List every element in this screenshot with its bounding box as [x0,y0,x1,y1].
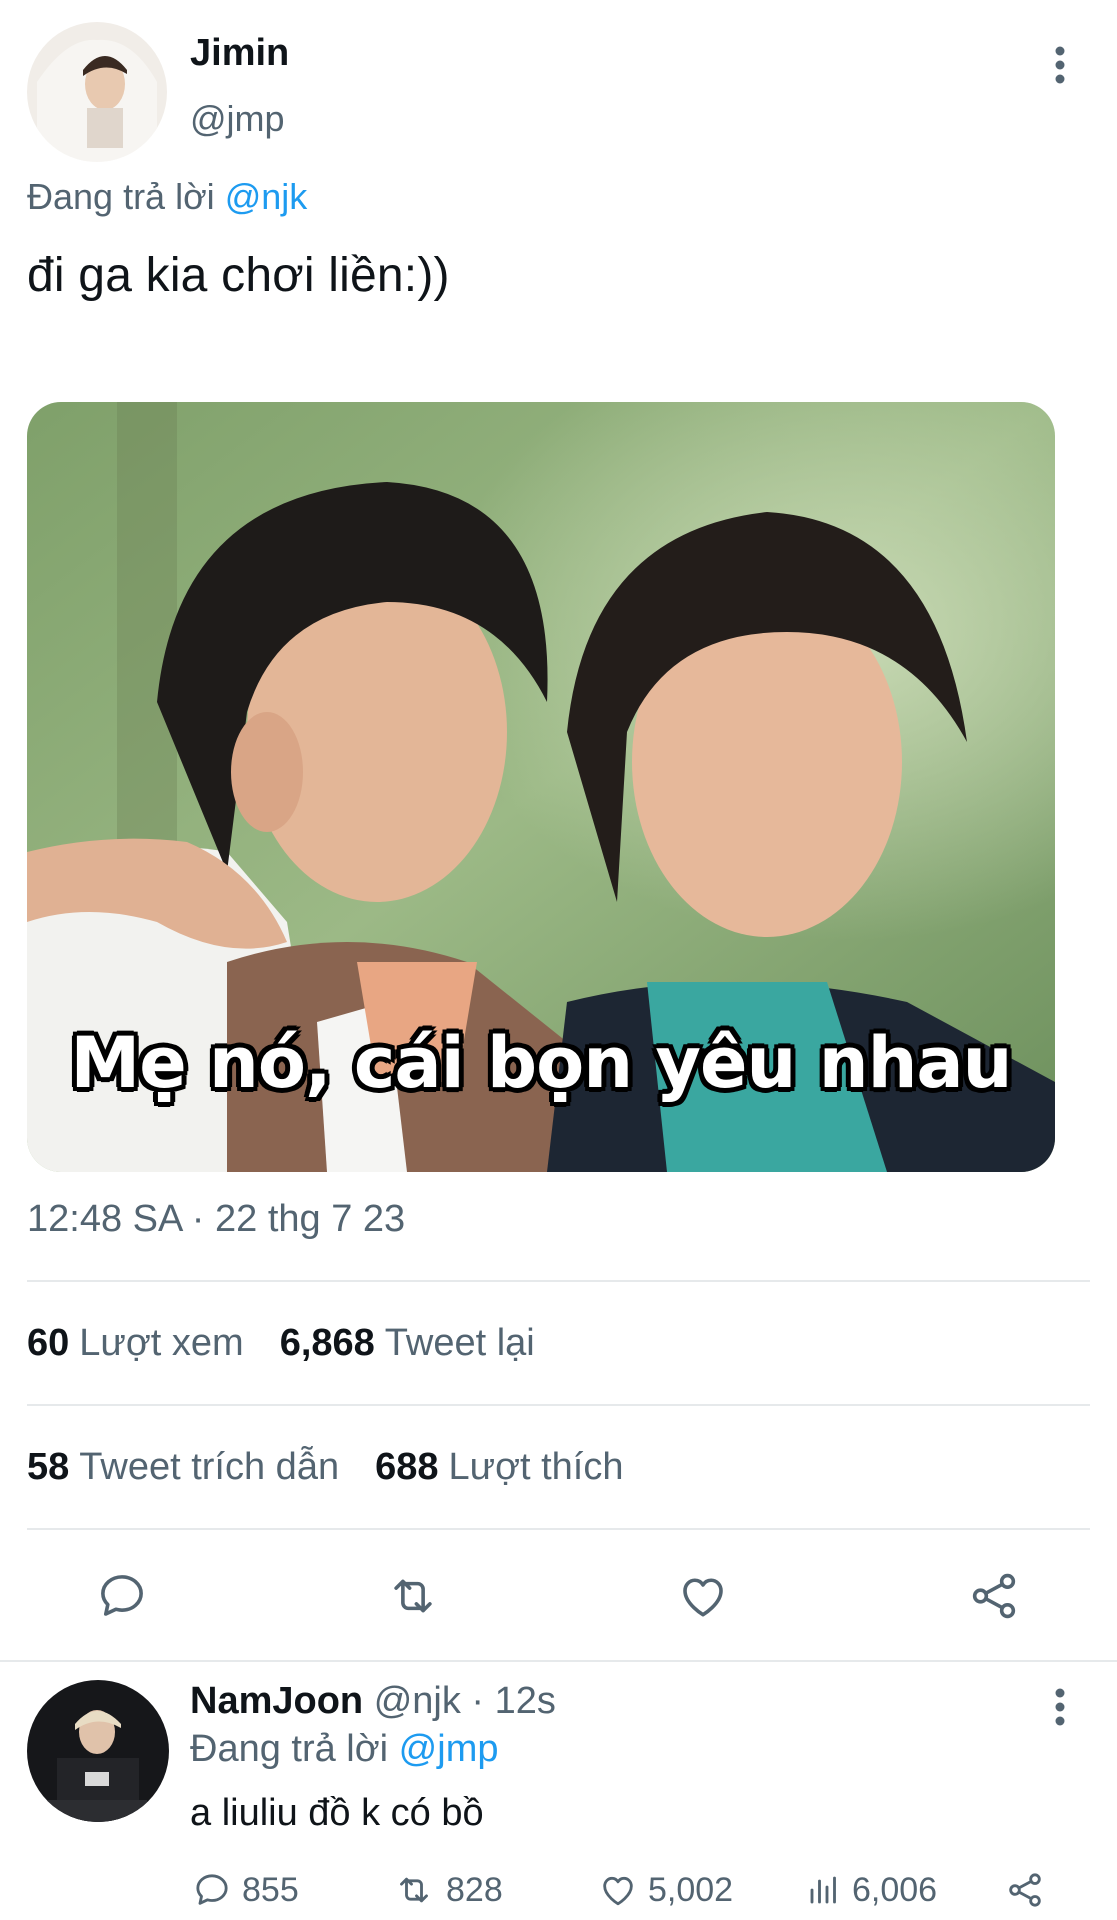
avatar-image [27,22,167,162]
tweet-timestamp[interactable]: 12:48 SA · 22 thg 7 23 [27,1198,405,1241]
likes-count: 688 [375,1446,439,1488]
author-avatar[interactable] [27,22,167,162]
like-icon [603,1876,633,1906]
like-count: 5,002 [648,1870,734,1909]
quotes-count: 58 [27,1446,70,1488]
replying-prefix: Đang trả lời [27,176,215,217]
retweets-count: 6,868 [279,1322,375,1364]
reply-replying-to-line: Đang trả lời @jmp [190,1728,498,1771]
reply-count: 855 [242,1870,299,1909]
more-options-icon[interactable] [1040,1682,1080,1732]
author-handle[interactable]: @jmp [190,98,285,140]
likes-label: Lượt thích [448,1446,624,1488]
reply-icon [196,1874,228,1905]
retweets-label: Tweet lại [384,1322,535,1364]
retweet-icon [400,1877,428,1903]
views-label: Lượt xem [79,1322,244,1364]
reply-header: NamJoon @njk · 12s [190,1680,556,1723]
views-stat[interactable]: 60 Lượt xem [27,1322,244,1365]
media-caption-text: Mẹ nó, cái bọn yêu nhau [70,1022,1013,1104]
divider [27,1528,1090,1530]
reply-retweet-button[interactable]: 828 [392,1870,503,1910]
tweet-text: đi ga kia chơi liền:)) [27,249,450,302]
views-count: 60 [27,1322,70,1364]
quotes-label: Tweet trích dẫn [79,1446,340,1488]
share-button[interactable] [964,1568,1024,1624]
reply-author-name[interactable]: NamJoon [190,1680,363,1722]
share-icon [1009,1873,1041,1907]
stats-row-quotes-likes: 58 Tweet trích dẫn 688 Lượt thích [27,1446,624,1489]
tweet-separator [0,1660,1117,1662]
quotes-stat[interactable]: 58 Tweet trích dẫn [27,1446,339,1489]
retweet-button[interactable] [383,1568,443,1624]
reply-reply-button[interactable]: 855 [192,1870,299,1910]
retweet-icon [394,1579,432,1613]
replying-to-mention[interactable]: @njk [225,176,308,217]
reply-like-button[interactable]: 5,002 [598,1870,733,1910]
reply-author-avatar[interactable] [27,1680,169,1822]
avatar-image [27,1680,169,1822]
reply-share-button[interactable] [1004,1870,1046,1910]
author-name[interactable]: Jimin [190,32,289,75]
divider [27,1404,1090,1406]
reply-button[interactable] [92,1568,152,1624]
like-icon [683,1578,723,1617]
stats-row-views-retweets: 60 Lượt xem 6,868 Tweet lại [27,1322,535,1365]
views-icon [810,1876,836,1904]
reply-views-button[interactable]: 6,006 [806,1870,937,1910]
retweets-stat[interactable]: 6,868 Tweet lại [280,1322,535,1365]
retweet-count: 828 [446,1870,503,1909]
reply-text: a liuliu đồ k có bồ [190,1792,484,1834]
like-button[interactable] [673,1568,733,1624]
replying-prefix: Đang trả lời [190,1728,389,1770]
tweet-media-image[interactable]: Mẹ nó, cái bọn yêu nhau [27,402,1055,1172]
views-count: 6,006 [852,1870,938,1909]
divider [27,1280,1090,1282]
share-icon [972,1573,1016,1619]
replying-to-mention[interactable]: @jmp [399,1728,499,1770]
more-options-icon[interactable] [1040,40,1080,90]
reply-author-handle[interactable]: @njk [374,1680,461,1722]
replying-to-line: Đang trả lời @njk [27,176,307,218]
reply-icon [101,1575,143,1616]
reply-time[interactable]: · 12s [471,1680,555,1722]
likes-stat[interactable]: 688 Lượt thích [375,1446,623,1489]
